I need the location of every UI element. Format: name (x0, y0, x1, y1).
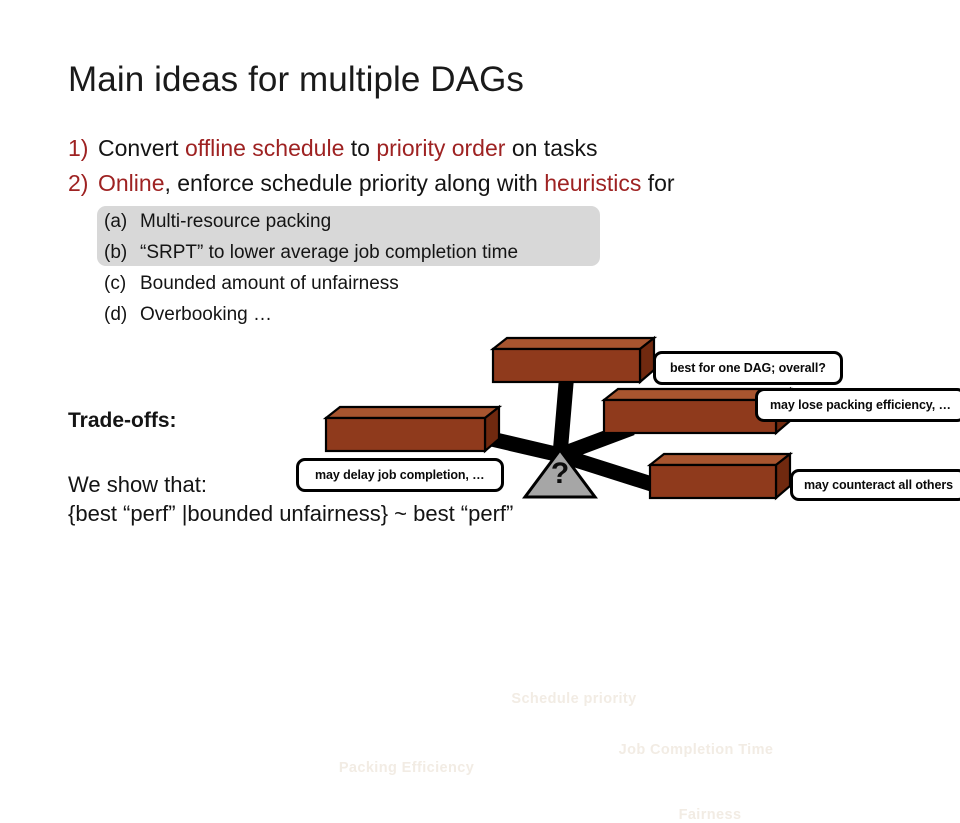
sub-item-c-text: Bounded amount of unfairness (140, 273, 399, 294)
callout-job-completion-time: may lose packing efficiency, … (755, 388, 960, 422)
bullet-2-part-1: Online (98, 170, 165, 196)
bullet-1-part-3: to (344, 135, 377, 161)
sub-item-b-label: (b) (104, 242, 128, 263)
hub-question-mark: ? (550, 457, 570, 490)
sub-item-c: (c) Bounded amount of unfairness (104, 273, 399, 295)
box-packing-efficiency[interactable] (322, 404, 503, 454)
bullet-item-2: 2) Online, enforce schedule priority alon… (68, 170, 675, 197)
callout-packing-efficiency: may delay job completion, … (296, 458, 504, 492)
sub-item-c-label: (c) (104, 273, 127, 294)
sub-item-d-label: (d) (104, 304, 128, 325)
slide-canvas: Main ideas for multiple DAGs 1) Convert o… (0, 0, 960, 823)
sub-item-b: (b) “SRPT” to lower average job completio… (104, 242, 518, 264)
page-title: Main ideas for multiple DAGs (68, 60, 525, 99)
bullet-1-part-2: offline schedule (184, 135, 345, 161)
bullet-2-part-2: , enforce schedule priority along with (164, 170, 545, 196)
sub-item-b-text: “SRPT” to lower average job completion t… (140, 242, 519, 263)
callout-schedule-priority: best for one DAG; overall? (653, 351, 843, 385)
bullet-2-part-4: for (641, 170, 675, 196)
sub-item-d: (d) Overbooking … (104, 304, 272, 326)
sub-item-a-label: (a) (104, 211, 128, 232)
bullet-1-part-5: on tasks (505, 135, 598, 161)
bullet-2-part-3: heuristics (544, 170, 642, 196)
bullet-1-part-1: Convert (98, 135, 185, 161)
sub-item-a-text: Multi-resource packing (140, 211, 332, 232)
box-label-job-completion-time: Job Completion Time (618, 742, 774, 758)
box-schedule-priority[interactable] (489, 335, 658, 385)
box-label-fairness: Fairness (678, 807, 742, 823)
bullet-number-1: 1) (68, 135, 89, 161)
box-label-schedule-priority: Schedule priority (511, 691, 637, 707)
bullet-item-1: 1) Convert offline schedule to priority o… (68, 135, 597, 162)
sub-item-d-text: Overbooking … (140, 304, 273, 325)
box-fairness[interactable] (646, 451, 794, 501)
bullet-number-2: 2) (68, 170, 89, 196)
bullet-1-part-4: priority order (376, 135, 506, 161)
sub-item-a: (a) Multi-resource packing (104, 211, 331, 233)
callout-fairness: may counteract all others (790, 469, 960, 501)
box-label-packing-efficiency: Packing Efficiency (338, 760, 475, 776)
